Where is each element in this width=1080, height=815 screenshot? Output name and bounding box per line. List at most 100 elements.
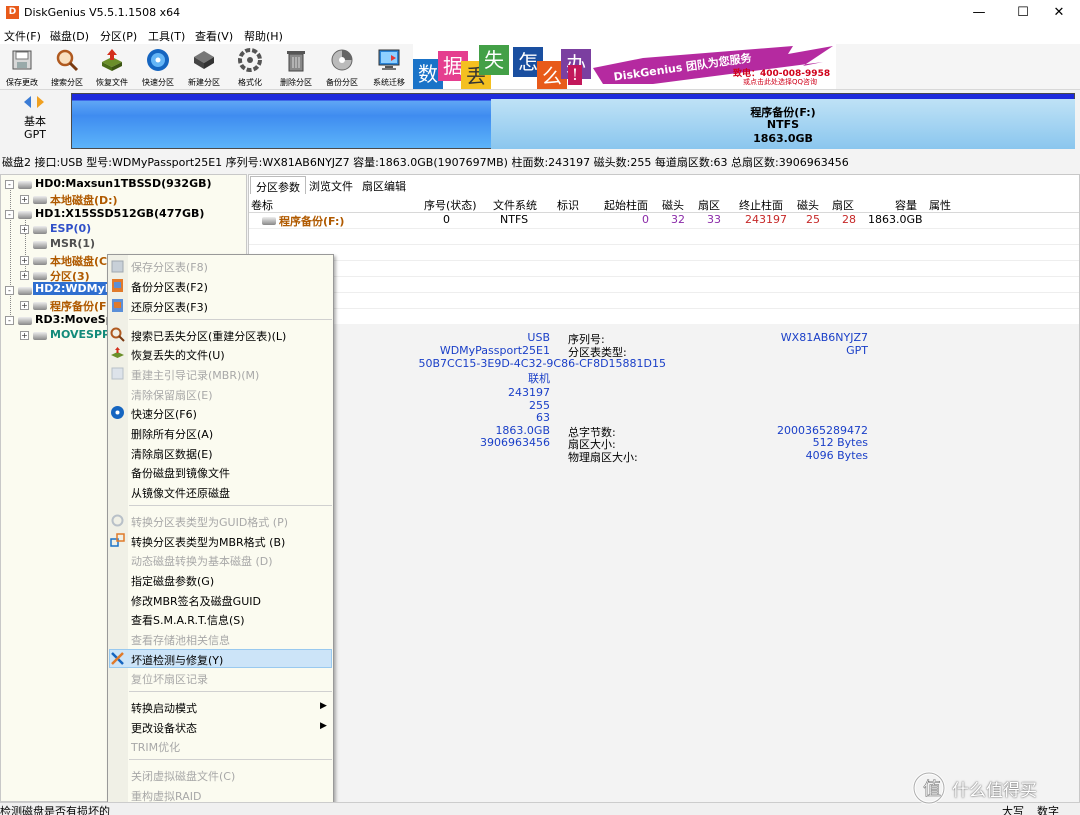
tree-disk-hd1[interactable]: HD1:X15SSD512GB(477GB) [35,207,204,220]
new-partition-button[interactable]: 新建分区 [182,46,226,90]
close-button[interactable]: ✕ [1036,0,1080,26]
collapse-toggle[interactable]: - [5,286,14,295]
tree-disk-hd2-selected[interactable]: HD2:WDMyP [33,282,115,295]
expand-toggle[interactable]: + [20,195,29,204]
tree-partition-c[interactable]: 本地磁盘(C: [50,253,112,269]
banner-qq-link[interactable]: 或点击此处选择QQ咨询 [743,77,817,87]
search-icon [56,49,79,72]
tree-partition-f[interactable]: 程序备份(F: [50,298,110,314]
restore-table-icon [112,299,123,312]
col-header[interactable]: 起始柱面 [604,197,648,213]
tab-sector-edit[interactable]: 扇区编辑 [357,176,411,194]
migrate-icon [378,49,400,70]
detail-sectors: 63 [536,411,550,424]
col-header[interactable]: 属性 [929,197,951,213]
col-header[interactable]: 文件系统 [493,197,537,213]
partition-icon [33,332,47,340]
menu-reset-bad-sector-records[interactable]: 复位坏扇区记录 [131,671,208,687]
menu-help[interactable]: 帮助(H) [244,28,283,44]
save-changes-button[interactable]: 保存更改 [0,46,44,90]
backup-partition-button[interactable]: 备份分区 [320,46,364,90]
col-header[interactable]: 标识 [557,197,579,213]
toolbar-label: 新建分区 [188,78,220,87]
menu-recover-lost-files[interactable]: 恢复丢失的文件(U) [131,347,225,363]
col-header[interactable]: 容量 [895,197,917,213]
menu-restore-disk-image[interactable]: 从镜像文件还原磁盘 [131,485,230,501]
menu-view-smart[interactable]: 查看S.M.A.R.T.信息(S) [131,612,245,628]
tab-browse-files[interactable]: 浏览文件 [304,176,358,194]
promo-banner[interactable]: 数 据 丢 失 怎 么 办 ! DiskGenius 团队为您服务 致电：400… [413,43,836,89]
delete-partition-button[interactable]: 删除分区 [274,46,318,90]
menu-save-partition-table[interactable]: 保存分区表(F8) [131,259,208,275]
table-cell-label[interactable]: 程序备份(F:) [279,213,344,229]
menu-clear-reserved-sectors[interactable]: 清除保留扇区(E) [131,387,213,403]
tree-disk-hd0[interactable]: HD0:Maxsun1TBSSD(932GB) [35,177,212,190]
menu-backup-disk-image[interactable]: 备份磁盘到镜像文件 [131,465,230,481]
search-partition-button[interactable]: 搜索分区 [45,46,89,90]
system-migration-button[interactable]: 系统迁移 [367,46,411,90]
menu-partition[interactable]: 分区(P) [100,28,137,44]
tree-partition-d[interactable]: 本地磁盘(D:) [50,192,118,208]
menu-convert-to-guid[interactable]: 转换分区表类型为GUID格式 (P) [131,514,288,530]
tree-partition-movesppi[interactable]: MOVESPPI [50,328,114,341]
col-header[interactable]: 卷标 [251,197,273,213]
expand-toggle[interactable]: + [20,225,29,234]
backup-table-icon [112,279,123,292]
recover-files-button[interactable]: 恢复文件 [90,46,134,90]
quick-partition-button[interactable]: 快速分区 [136,46,180,90]
detail-phys-label: 物理扇区大小: [568,451,638,464]
menu-set-disk-params[interactable]: 指定磁盘参数(G) [131,573,214,589]
menu-quick-partition[interactable]: 快速分区(F6) [131,406,197,422]
expand-toggle[interactable]: + [20,256,29,265]
col-header[interactable]: 扇区 [698,197,720,213]
menu-change-device-state[interactable]: 更改设备状态 [131,720,197,736]
recover-icon [102,49,122,71]
submenu-arrow-icon: ▶ [320,701,327,711]
collapse-toggle[interactable]: - [5,316,14,325]
menu-close-virtual-disk[interactable]: 关闭虚拟磁盘文件(C) [131,768,235,784]
menu-clear-sector-data[interactable]: 清除扇区数据(E) [131,446,213,462]
expand-toggle[interactable]: + [20,331,29,340]
menu-view[interactable]: 查看(V) [195,28,233,44]
menu-backup-partition-table[interactable]: 备份分区表(F2) [131,279,208,295]
table-cell-capacity: 1863.0GB [868,213,923,226]
tree-partition-esp[interactable]: ESP(0) [50,222,91,235]
menu-delete-all-partitions[interactable]: 删除所有分区(A) [131,426,213,442]
expand-toggle[interactable]: + [20,271,29,280]
menu-dynamic-to-basic[interactable]: 动态磁盘转换为基本磁盘 (D) [131,553,273,569]
tree-partition-msr[interactable]: MSR(1) [50,237,95,250]
collapse-toggle[interactable]: - [5,180,14,189]
format-button[interactable]: 格式化 [228,46,272,90]
menu-rebuild-mbr[interactable]: 重建主引导记录(MBR)(M) [131,367,259,383]
detail-pt-value: GPT [846,344,868,357]
minimize-button[interactable]: — [956,0,1002,26]
menu-search-lost-partitions[interactable]: 搜索已丢失分区(重建分区表)(L) [131,328,286,344]
menu-restore-partition-table[interactable]: 还原分区表(F3) [131,299,208,315]
col-header[interactable]: 扇区 [832,197,854,213]
menu-file[interactable]: 文件(F) [4,28,41,44]
partition-icon [33,241,47,249]
disk-type-label: 基本 GPT [22,115,48,141]
disk-icon [18,181,32,189]
detail-state: 联机 [528,372,550,385]
menu-disk[interactable]: 磁盘(D) [50,28,89,44]
menu-bad-sector-check-repair[interactable]: 坏道检测与修复(Y) [131,652,223,668]
menu-convert-to-mbr[interactable]: 转换分区表类型为MBR格式 (B) [131,534,285,550]
expand-toggle[interactable]: + [20,301,29,310]
toolbar-label: 删除分区 [280,78,312,87]
detail-phys-value: 4096 Bytes [805,449,868,462]
col-header[interactable]: 磁头 [797,197,819,213]
col-header[interactable]: 磁头 [662,197,684,213]
disk-nav-arrows-icon[interactable] [22,95,46,109]
detail-total-sectors: 3906963456 [480,436,550,449]
menu-trim-optimize[interactable]: TRIM优化 [131,739,180,755]
col-header[interactable]: 终止柱面 [739,197,783,213]
collapse-toggle[interactable]: - [5,210,14,219]
menu-view-storage-pool[interactable]: 查看存储池相关信息 [131,632,230,648]
col-header[interactable]: 序号(状态) [424,197,477,213]
menu-tools[interactable]: 工具(T) [148,28,185,44]
tab-partition-params[interactable]: 分区参数 [250,176,306,194]
menu-modify-mbr-signature[interactable]: 修改MBR签名及磁盘GUID [131,593,261,609]
table-cell-start-head: 32 [671,213,685,226]
menu-switch-boot-mode[interactable]: 转换启动模式 [131,700,197,716]
